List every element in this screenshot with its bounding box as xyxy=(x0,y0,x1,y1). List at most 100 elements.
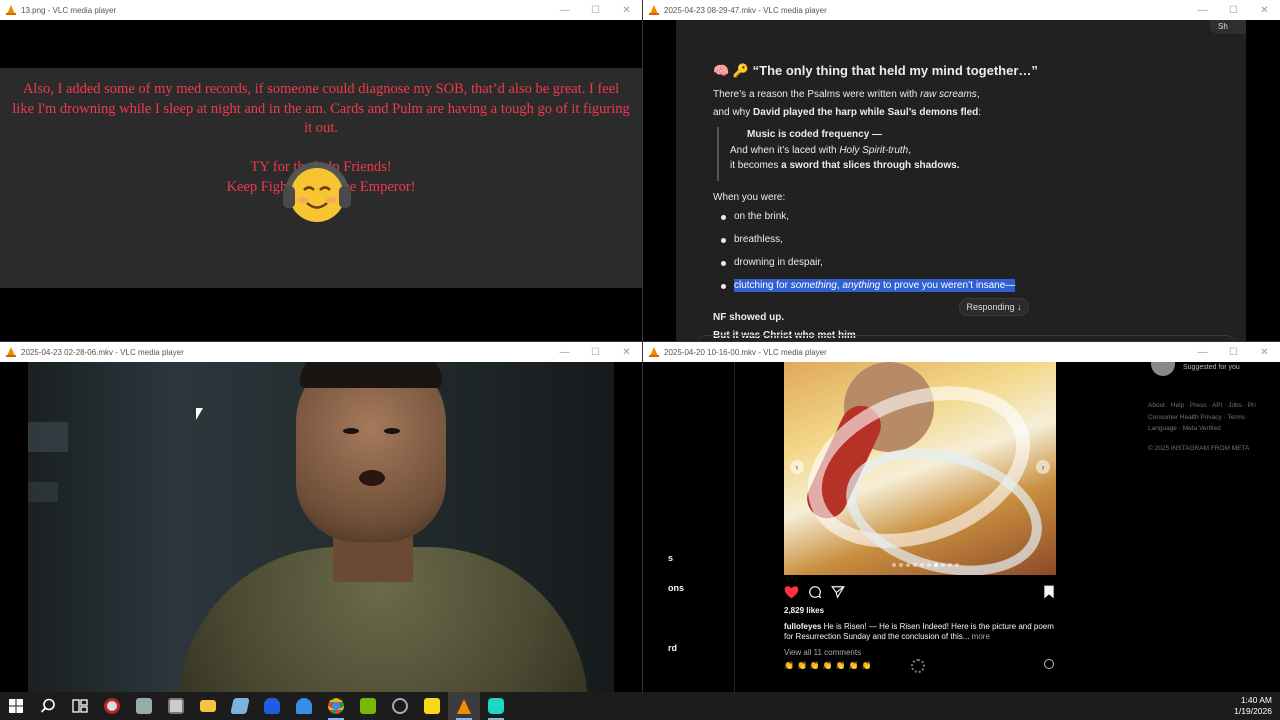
window-title: 2025-04-23 08-29-47.mkv - VLC media play… xyxy=(664,5,827,15)
view-comments-link[interactable]: View all 11 comments xyxy=(784,648,861,657)
vlc-icon[interactable] xyxy=(448,692,480,720)
video-area[interactable]: Sh 🧠 🔑 “The only thing that held my mind… xyxy=(643,20,1280,341)
chat-line: NF showed up. xyxy=(713,312,785,323)
minimize-button[interactable]: — xyxy=(549,5,580,16)
chrome-icon[interactable] xyxy=(320,692,352,720)
taskbar: 1:40 AM 1/19/2026 xyxy=(0,692,1280,720)
vlc-icon xyxy=(649,347,659,357)
app-icon[interactable] xyxy=(160,692,192,720)
likes-count[interactable]: 2,829 likes xyxy=(784,606,824,615)
more-link[interactable]: more xyxy=(969,632,990,641)
quote-line: it becomes a sword that slices through s… xyxy=(730,158,960,174)
footer-links[interactable]: About · Help · Press · API · Jobs · Pri … xyxy=(1148,400,1268,435)
chat-line: There’s a reason the Psalms were written… xyxy=(713,89,980,100)
caption-username[interactable]: fullofeyes xyxy=(784,622,821,631)
responding-label: Responding xyxy=(966,302,1015,312)
close-button[interactable]: ✕ xyxy=(1249,347,1280,358)
window-titlebar[interactable]: 2025-04-23 08-29-47.mkv - VLC media play… xyxy=(643,0,1280,20)
emoji-reactions[interactable]: 👏👏👏👏👏👏👏 xyxy=(784,661,875,670)
chat-line: and why David played the harp while Saul… xyxy=(713,107,981,118)
minimize-button[interactable]: — xyxy=(1187,5,1218,16)
sidebar-item[interactable]: ons xyxy=(668,583,684,593)
minimize-button[interactable]: — xyxy=(549,347,580,358)
comment-icon[interactable] xyxy=(808,585,822,599)
text-run: Holy Spirit-truth xyxy=(839,144,909,156)
vlc-window-chat-recording: 2025-04-23 08-29-47.mkv - VLC media play… xyxy=(643,0,1280,341)
malwarebytes-icon[interactable] xyxy=(256,692,288,720)
text-run: raw screams xyxy=(920,89,977,100)
video-area[interactable]: s ons rd ‹ › 2,829 likes fullofeyes He i… xyxy=(643,362,1280,692)
search-icon[interactable] xyxy=(32,692,64,720)
window-title: 13.png - VLC media player xyxy=(21,5,117,15)
app-icon[interactable] xyxy=(128,692,160,720)
maximize-button[interactable]: ☐ xyxy=(1218,5,1249,16)
prev-arrow-icon[interactable]: ‹ xyxy=(790,460,804,474)
close-button[interactable]: ✕ xyxy=(611,5,642,16)
window-titlebar[interactable]: 2025-04-23 02-28-06.mkv - VLC media play… xyxy=(0,342,642,362)
text-run: and why xyxy=(713,107,754,118)
text-run: And when it’s laced with xyxy=(730,144,840,156)
clock-time: 1:40 AM xyxy=(1240,695,1272,705)
vlc-icon xyxy=(6,347,16,357)
maximize-button[interactable]: ☐ xyxy=(1218,347,1249,358)
nvidia-icon[interactable] xyxy=(352,692,384,720)
text-run: : xyxy=(978,107,982,118)
responding-button[interactable]: Responding ↓ xyxy=(959,298,1029,316)
window-title: 2025-04-20 10-16-00.mkv - VLC media play… xyxy=(664,347,827,357)
window-titlebar[interactable]: 13.png - VLC media player — ☐ ✕ xyxy=(0,0,642,20)
next-arrow-icon[interactable]: › xyxy=(1036,460,1050,474)
app-icon[interactable] xyxy=(224,692,256,720)
windows-start-icon[interactable] xyxy=(0,692,32,720)
share-icon[interactable] xyxy=(831,585,845,599)
bookmark-icon[interactable] xyxy=(1043,585,1055,599)
caption-text: He is Risen! — He is Risen Indeed! Here … xyxy=(784,622,1054,641)
share-label: Sh xyxy=(1218,22,1228,31)
app-icon[interactable] xyxy=(480,692,512,720)
avatar[interactable] xyxy=(1151,362,1175,376)
mouse-cursor-icon xyxy=(196,408,203,420)
vlc-window-image: 13.png - VLC media player — ☐ ✕ Also, I … xyxy=(0,0,642,341)
share-button[interactable]: Sh xyxy=(1210,20,1246,34)
sidebar-item[interactable]: s xyxy=(668,553,673,563)
video-area[interactable] xyxy=(0,362,642,692)
close-button[interactable]: ✕ xyxy=(611,347,642,358)
app-icon[interactable] xyxy=(384,692,416,720)
task-view-icon[interactable] xyxy=(64,692,96,720)
sticky-notes-icon[interactable] xyxy=(416,692,448,720)
instagram-sidebar: s ons rd xyxy=(643,362,735,692)
list-item: on the brink, xyxy=(720,211,1015,234)
arrow-down-icon: ↓ xyxy=(1017,302,1022,312)
minimize-button[interactable]: — xyxy=(1187,347,1218,358)
file-explorer-icon[interactable] xyxy=(192,692,224,720)
text-run: a sword that slices through shadows. xyxy=(781,160,960,171)
quote-line: Music is coded frequency — xyxy=(747,129,883,140)
app-icon[interactable] xyxy=(96,692,128,720)
post-actions xyxy=(784,585,1056,601)
post-image[interactable]: ‹ › xyxy=(784,362,1056,575)
background-shape xyxy=(28,422,68,452)
chat-panel: Sh 🧠 🔑 “The only thing that held my mind… xyxy=(676,20,1246,341)
text-run: clutching for xyxy=(734,280,791,291)
text-run: it becomes xyxy=(730,160,782,171)
window-titlebar[interactable]: 2025-04-20 10-16-00.mkv - VLC media play… xyxy=(643,342,1280,362)
vlc-icon xyxy=(6,5,16,15)
video-area[interactable]: Also, I added some of my med records, if… xyxy=(0,20,642,341)
list-item: breathless, xyxy=(720,234,1015,257)
text-run: something xyxy=(790,280,837,291)
vlc-window-movie: 2025-04-23 02-28-06.mkv - VLC media play… xyxy=(0,342,642,692)
smiling-face-with-headphones-icon xyxy=(283,162,351,222)
chat-heading: 🧠 🔑 “The only thing that held my mind to… xyxy=(713,63,1038,79)
movie-frame xyxy=(28,362,614,692)
text-run: David played the harp while Saul’s demon… xyxy=(753,107,979,118)
heart-icon[interactable] xyxy=(784,585,799,599)
sidebar-item[interactable]: rd xyxy=(668,643,677,653)
app-icon[interactable] xyxy=(288,692,320,720)
close-button[interactable]: ✕ xyxy=(1249,5,1280,16)
brain-key-icons: 🧠 🔑 xyxy=(713,63,749,78)
character-eye xyxy=(384,428,400,434)
maximize-button[interactable]: ☐ xyxy=(580,5,611,16)
text-run: to prove you weren’t insane— xyxy=(880,280,1016,291)
system-clock[interactable]: 1:40 AM 1/19/2026 xyxy=(1234,692,1272,720)
maximize-button[interactable]: ☐ xyxy=(580,347,611,358)
emoji-picker-icon[interactable] xyxy=(1044,659,1054,669)
